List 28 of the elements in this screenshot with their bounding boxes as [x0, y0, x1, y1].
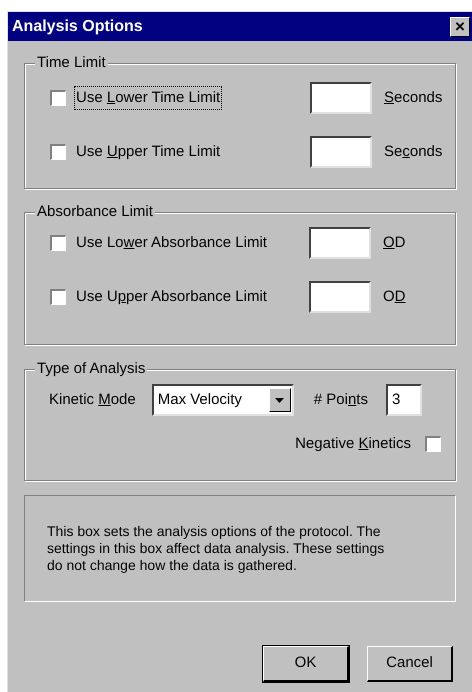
info-text: This box sets the analysis options of the protocol. The settings in this box affect data analysis. These settings do not change how the data is gathered.: [47, 523, 386, 574]
group-title: Type of Analysis: [35, 360, 148, 378]
checkbox-label: Use Upper Time Limit: [76, 142, 220, 160]
input-field[interactable]: [309, 227, 371, 259]
kinetic-mode-label: Kinetic Mode: [49, 390, 136, 410]
input-field[interactable]: [310, 136, 372, 168]
checkbox-label: Negative Kinetics: [295, 434, 411, 454]
checkbox-label: Use Lower Absorbance Limit: [76, 234, 267, 251]
input-field[interactable]: [310, 82, 372, 114]
checkbox[interactable]: [50, 90, 66, 106]
window-title: Analysis Options: [12, 16, 143, 36]
unit-label: Seconds: [384, 88, 442, 108]
unit-label: Seconds: [384, 142, 442, 162]
checkbox[interactable]: [50, 235, 66, 251]
checkbox[interactable]: [50, 289, 66, 305]
dropdown[interactable]: Max Velocity: [152, 384, 294, 416]
checkbox-label: Use Lower Time Limit: [76, 88, 220, 106]
unit-label: OD: [383, 232, 406, 253]
checkbox-label: Use Upper Absorbance Limit: [76, 288, 267, 305]
unit-label: OD: [383, 286, 406, 307]
cancel-button[interactable]: Cancel: [367, 646, 453, 682]
input-field[interactable]: [309, 281, 371, 313]
points-label: # Points: [314, 390, 368, 410]
close-button[interactable]: ×: [450, 16, 470, 36]
ok-button[interactable]: OK: [263, 646, 349, 682]
input-field[interactable]: 3: [386, 384, 422, 416]
checkbox[interactable]: [50, 144, 66, 160]
checkbox[interactable]: [425, 436, 441, 452]
